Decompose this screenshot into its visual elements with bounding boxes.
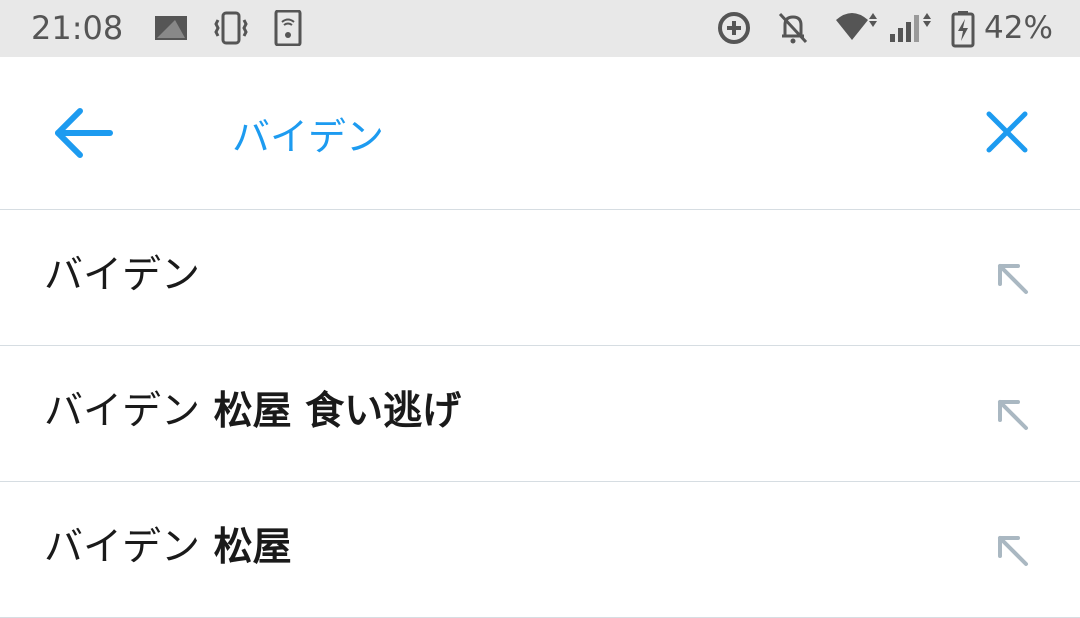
vibrate-icon xyxy=(214,10,248,50)
wifi-icon xyxy=(834,10,880,50)
status-time: 21:08 xyxy=(31,9,124,47)
close-icon xyxy=(986,111,1028,153)
search-input[interactable] xyxy=(232,103,932,163)
fill-query-arrow-icon[interactable] xyxy=(992,530,1032,570)
suggestion-text: バイデン 松屋 食い逃げ xyxy=(44,346,461,477)
fill-query-arrow-icon[interactable] xyxy=(992,394,1032,434)
image-notification-icon xyxy=(153,10,191,48)
suggestion-text: バイデン 松屋 xyxy=(44,482,292,613)
status-bar: 21:08 42% xyxy=(0,0,1080,57)
suggestion-completion-text: 松屋 食い逃げ xyxy=(200,389,462,434)
wifi-settings-icon xyxy=(274,9,302,50)
notifications-off-icon xyxy=(776,10,810,50)
suggestion-completion-text: 松屋 xyxy=(200,525,292,570)
suggestion-text: バイデン xyxy=(44,210,200,341)
fill-query-arrow-icon[interactable] xyxy=(992,258,1032,298)
arrow-left-icon xyxy=(55,108,113,158)
suggestion-query-text: バイデン xyxy=(44,389,201,434)
suggestion-query-text: バイデン xyxy=(44,525,201,570)
search-suggestions-list: バイデン バイデン 松屋 食い逃げ バイデン 松屋 xyxy=(0,210,1080,618)
clear-search-button[interactable] xyxy=(982,107,1032,157)
data-saver-icon xyxy=(716,10,752,50)
cellular-signal-icon xyxy=(888,10,934,50)
battery-charging-icon xyxy=(950,10,976,52)
search-header xyxy=(0,57,1080,210)
battery-percentage: 42% xyxy=(984,10,1053,46)
back-button[interactable] xyxy=(50,103,118,163)
suggestion-item[interactable]: バイデン xyxy=(0,210,1080,346)
suggestion-query-text: バイデン xyxy=(44,253,201,298)
suggestion-item[interactable]: バイデン 松屋 xyxy=(0,482,1080,618)
suggestion-item[interactable]: バイデン 松屋 食い逃げ xyxy=(0,346,1080,482)
